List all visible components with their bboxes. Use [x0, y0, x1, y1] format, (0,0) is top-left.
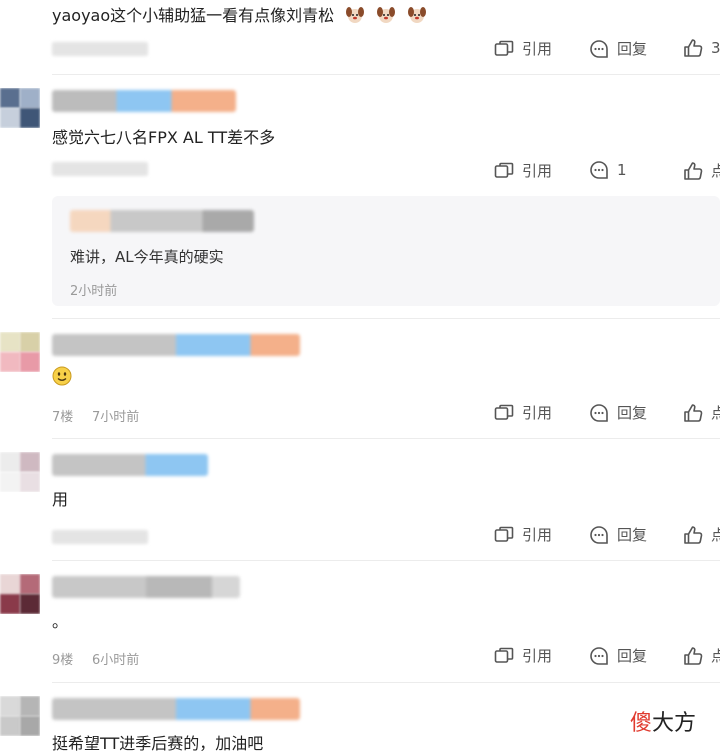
comment-text: 用 — [52, 490, 69, 509]
like-icon — [684, 161, 703, 180]
quote-button[interactable]: 引用 — [494, 402, 552, 423]
dog-emoji — [407, 6, 427, 24]
avatar — [0, 88, 40, 128]
blurred-username — [52, 698, 300, 720]
comment-1: yaoyao这个小辅助猛一看有点像刘青松 引用 回复 3 — [0, 0, 720, 76]
comment-text: 。 — [52, 612, 69, 631]
blurred-username — [52, 454, 208, 476]
quote-icon — [494, 526, 514, 542]
comment-3: 7楼 7小时前 引用 回复 点 — [0, 318, 720, 440]
avatar — [0, 696, 40, 736]
like-button[interactable]: 3 — [683, 38, 720, 58]
quote-icon — [494, 162, 514, 178]
reply-button[interactable]: 回复 — [589, 645, 647, 666]
avatar — [0, 452, 40, 492]
like-button[interactable]: 点 — [683, 402, 720, 423]
quote-icon — [494, 40, 514, 56]
blurred-meta — [52, 530, 148, 544]
like-icon — [684, 525, 703, 544]
reply-text: 难讲，AL今年真的硬实 — [70, 248, 224, 266]
post-time: 6小时前 — [92, 653, 140, 668]
like-icon — [684, 39, 703, 57]
blurred-username — [70, 210, 254, 232]
like-icon — [684, 403, 703, 422]
comment-5: 。 9楼 6小时前 引用 回复 点 — [0, 560, 720, 682]
quote-icon — [494, 647, 514, 663]
like-button[interactable]: 点 — [683, 645, 720, 666]
post-time: 7小时前 — [92, 410, 140, 425]
comment-text — [52, 366, 72, 387]
quote-button[interactable]: 引用 — [494, 645, 552, 666]
smile-emoji — [52, 366, 72, 386]
reply-button[interactable]: 1 — [589, 160, 627, 180]
blurred-meta — [52, 42, 148, 56]
quote-button[interactable]: 引用 — [494, 524, 552, 545]
blurred-username — [52, 90, 236, 112]
quote-button[interactable]: 引用 — [494, 160, 552, 181]
floor-label: 9楼 — [52, 653, 74, 668]
reply-time: 2小时前 — [70, 284, 118, 299]
blurred-username — [52, 576, 240, 598]
floor-label: 7楼 — [52, 410, 74, 425]
blurred-meta — [52, 162, 148, 176]
watermark: 傻大方 — [625, 703, 700, 739]
comment-text: 感觉六七八名FPX AL TT差不多 — [52, 128, 276, 147]
reply-icon — [590, 403, 608, 422]
reply-icon — [590, 161, 608, 179]
comment-6: 挺希望TT进季后赛的，加油吧 — [0, 682, 720, 753]
like-button[interactable]: 点 — [683, 524, 720, 545]
blurred-username — [52, 334, 300, 356]
comment-2: 感觉六七八名FPX AL TT差不多 引用 1 点 难讲，AL今年真的硬实 2小… — [0, 74, 720, 320]
avatar — [0, 332, 40, 372]
reply-button[interactable]: 回复 — [589, 524, 647, 545]
reply-icon — [590, 525, 608, 544]
like-button[interactable]: 点 — [683, 160, 720, 181]
reply-icon — [590, 39, 608, 58]
comment-text: yaoyao这个小辅助猛一看有点像刘青松 — [52, 2, 427, 26]
dog-emoji — [345, 6, 365, 24]
reply-icon — [590, 646, 608, 665]
like-icon — [684, 646, 703, 665]
avatar — [0, 574, 40, 614]
reply-button[interactable]: 回复 — [589, 402, 647, 423]
comment-text: 挺希望TT进季后赛的，加油吧 — [52, 734, 264, 753]
quote-icon — [494, 404, 514, 420]
reply-button[interactable]: 回复 — [589, 38, 647, 59]
nested-reply: 难讲，AL今年真的硬实 2小时前 — [52, 196, 720, 306]
comment-4: 用 引用 回复 点 — [0, 438, 720, 560]
dog-emoji — [376, 6, 396, 24]
quote-button[interactable]: 引用 — [494, 38, 552, 59]
